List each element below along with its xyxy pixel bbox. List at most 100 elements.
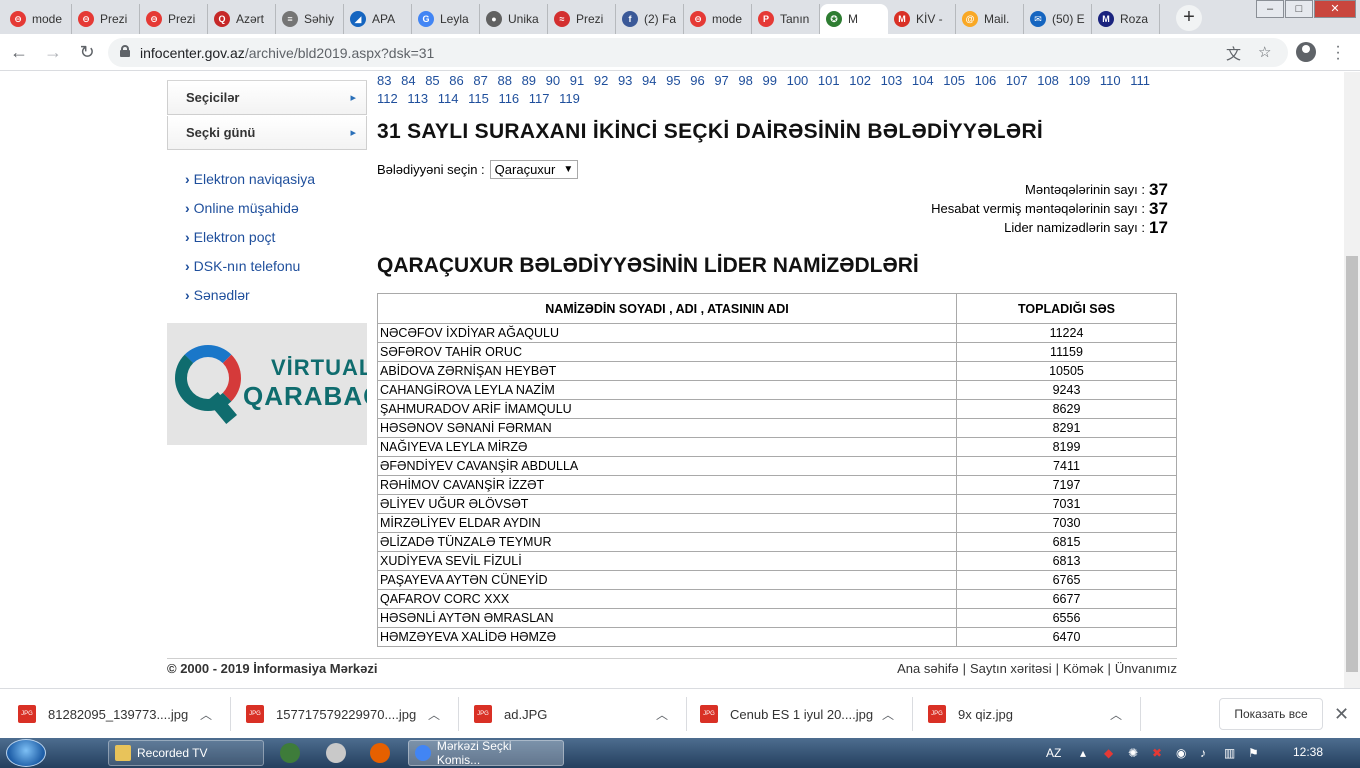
link-senedler[interactable]: › Sənədlər <box>167 280 367 309</box>
browser-tab[interactable]: ✪ M <box>820 4 888 34</box>
forward-icon[interactable]: → <box>42 41 64 63</box>
translate-icon[interactable]: 文 <box>1226 43 1241 64</box>
browser-tab[interactable]: ◢ APA <box>344 4 412 34</box>
scrollbar-thumb[interactable] <box>1346 256 1358 672</box>
browser-tab[interactable]: M Roza <box>1092 4 1160 34</box>
tray-app-icon[interactable]: ◉ <box>1176 746 1186 760</box>
download-item[interactable]: JPG Cenub ES 1 iyul 20....jpg ︿ <box>700 699 894 729</box>
download-item[interactable]: JPG ad.JPG ︿ <box>474 699 668 729</box>
tray-close-icon[interactable]: ✖ <box>1152 746 1162 760</box>
chevron-up-icon[interactable]: ︿ <box>882 706 894 723</box>
page-link[interactable]: 107 <box>1006 73 1028 88</box>
browser-tab[interactable]: ⊖ Prezi <box>140 4 208 34</box>
close-download-shelf-icon[interactable]: ✕ <box>1334 704 1349 725</box>
page-link[interactable]: 92 <box>594 73 608 88</box>
page-link[interactable]: 91 <box>570 73 584 88</box>
browser-tab[interactable]: ⊖ mode <box>4 4 72 34</box>
chevron-up-icon[interactable]: ︿ <box>428 706 440 723</box>
page-link[interactable]: 116 <box>498 91 519 106</box>
taskbar-chrome-window[interactable]: Mərkəzi Seçki Komis... <box>408 739 564 767</box>
back-icon[interactable]: ← <box>8 41 30 63</box>
page-link[interactable]: 98 <box>738 73 752 88</box>
browser-tab[interactable]: P Tanın <box>752 4 820 34</box>
menu-item-secki-gunu[interactable]: Seçki günü ▸ <box>167 116 367 150</box>
browser-tab[interactable]: ✉ (50) E <box>1024 4 1092 34</box>
download-item[interactable]: JPG 81282095_139773....jpg ︿ <box>18 699 212 729</box>
tray-gear-icon[interactable]: ✺ <box>1128 746 1138 760</box>
maximize-button[interactable]: □ <box>1285 0 1313 18</box>
page-link[interactable]: 94 <box>642 73 656 88</box>
footer-link-sitemap[interactable]: Saytın xəritəsi <box>970 661 1052 676</box>
flag-icon[interactable]: ⚑ <box>1248 746 1259 760</box>
page-link[interactable]: 88 <box>497 73 511 88</box>
link-online-musahide[interactable]: › Online müşahidə <box>167 193 367 222</box>
link-dsk-telefonu[interactable]: › DSK-nın telefonu <box>167 251 367 280</box>
page-link[interactable]: 109 <box>1069 73 1091 88</box>
page-link[interactable]: 112 <box>377 91 398 106</box>
page-link[interactable]: 87 <box>473 73 487 88</box>
app-icon[interactable] <box>326 743 346 763</box>
page-link[interactable]: 119 <box>559 91 580 106</box>
link-elektron-poct[interactable]: › Elektron poçt <box>167 222 367 251</box>
page-link[interactable]: 90 <box>546 73 560 88</box>
footer-link-address[interactable]: Ünvanımız <box>1115 661 1177 676</box>
page-link[interactable]: 113 <box>407 91 428 106</box>
page-link[interactable]: 100 <box>787 73 809 88</box>
page-link[interactable]: 85 <box>425 73 439 88</box>
windows-start-button[interactable] <box>6 739 46 767</box>
page-link[interactable]: 96 <box>690 73 704 88</box>
page-link[interactable]: 99 <box>763 73 777 88</box>
taskbar-recorded-tv[interactable]: Recorded TV <box>108 740 264 766</box>
browser-tab[interactable]: ≡ Səhiy <box>276 4 344 34</box>
footer-link-home[interactable]: Ana səhifə <box>897 661 958 676</box>
page-scrollbar[interactable] <box>1344 72 1360 688</box>
chevron-up-icon[interactable]: ︿ <box>1110 706 1122 723</box>
browser-tab[interactable]: Q Azərt <box>208 4 276 34</box>
browser-tab[interactable]: ⊖ mode <box>684 4 752 34</box>
page-link[interactable]: 83 <box>377 73 391 88</box>
municipality-select[interactable]: Qaraçuxur ▼ <box>489 160 579 179</box>
page-link[interactable]: 104 <box>912 73 934 88</box>
virtual-qarabag-banner[interactable]: VİRTUAL QARABAĞ <box>167 323 367 445</box>
page-link[interactable]: 108 <box>1037 73 1059 88</box>
tray-arrow-icon[interactable]: ▴ <box>1080 746 1086 760</box>
reload-icon[interactable]: ↻ <box>76 41 98 63</box>
page-link[interactable]: 110 <box>1100 73 1121 88</box>
page-link[interactable]: 101 <box>818 73 840 88</box>
bookmark-star-icon[interactable]: ☆ <box>1258 43 1271 61</box>
page-link[interactable]: 93 <box>618 73 632 88</box>
minimize-button[interactable]: – <box>1256 0 1284 18</box>
at-sign-app-icon[interactable] <box>280 743 300 763</box>
browser-tab[interactable]: f (2) Fa <box>616 4 684 34</box>
link-elektron-naviqasiya[interactable]: › Elektron naviqasiya <box>167 164 367 193</box>
browser-tab[interactable]: ● Unika <box>480 4 548 34</box>
new-tab-button[interactable]: + <box>1176 5 1202 31</box>
language-indicator[interactable]: AZ <box>1046 746 1061 760</box>
page-link[interactable]: 86 <box>449 73 463 88</box>
lock-icon[interactable] <box>120 45 130 57</box>
page-link[interactable]: 117 <box>529 91 550 106</box>
chevron-up-icon[interactable]: ︿ <box>200 706 212 723</box>
browser-tab[interactable]: ⊖ Prezi <box>72 4 140 34</box>
page-link[interactable]: 115 <box>468 91 489 106</box>
firefox-icon[interactable] <box>370 743 390 763</box>
page-link[interactable]: 106 <box>975 73 997 88</box>
address-bar[interactable]: infocenter.gov.az/archive/bld2019.aspx?d… <box>108 38 1288 67</box>
profile-avatar-icon[interactable] <box>1296 42 1316 62</box>
page-link[interactable]: 97 <box>714 73 728 88</box>
chevron-up-icon[interactable]: ︿ <box>656 706 668 723</box>
show-all-downloads-button[interactable]: Показать все <box>1219 698 1323 730</box>
page-link[interactable]: 84 <box>401 73 415 88</box>
menu-dots-icon[interactable]: · · · <box>1333 39 1343 67</box>
browser-tab[interactable]: G Leyla <box>412 4 480 34</box>
download-item[interactable]: JPG 9x qiz.jpg ︿ <box>928 699 1122 729</box>
network-icon[interactable]: ▥ <box>1224 746 1235 760</box>
browser-tab[interactable]: ≈ Prezi <box>548 4 616 34</box>
page-link[interactable]: 102 <box>849 73 871 88</box>
browser-tab[interactable]: @ Mail. <box>956 4 1024 34</box>
page-link[interactable]: 89 <box>522 73 536 88</box>
page-link[interactable]: 105 <box>943 73 965 88</box>
menu-item-secicilar[interactable]: Seçicilər ▸ <box>167 81 367 115</box>
tray-shield-icon[interactable]: ◆ <box>1104 746 1113 760</box>
browser-tab[interactable]: M KİV - <box>888 4 956 34</box>
